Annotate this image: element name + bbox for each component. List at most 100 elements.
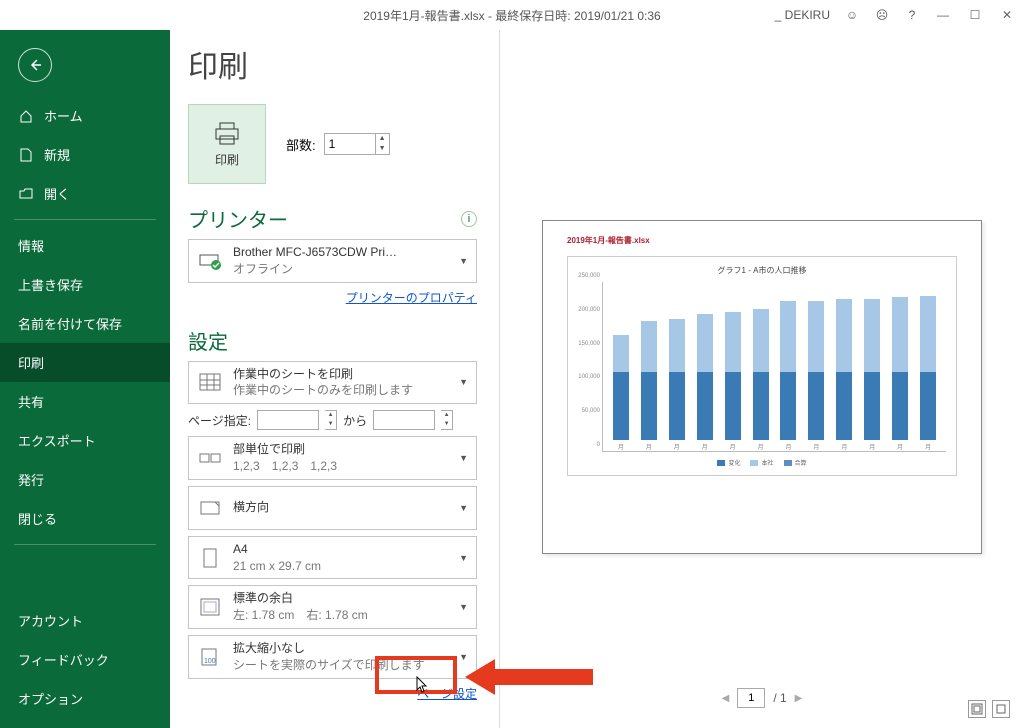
printer-properties-link[interactable]: プリンターのプロパティ: [188, 289, 477, 306]
next-page-button[interactable]: ▶: [795, 693, 803, 704]
nav-label: フィードバック: [18, 650, 109, 669]
nav-publish[interactable]: 発行: [0, 460, 170, 499]
orientation-title: 横方向: [233, 499, 449, 516]
help-icon[interactable]: ?: [904, 7, 920, 23]
page-number-input[interactable]: [737, 688, 765, 708]
collate-icon: [197, 445, 223, 471]
home-icon: [18, 108, 34, 124]
page-setup-link[interactable]: ページ設定: [188, 685, 477, 702]
nav-label: 情報: [18, 236, 44, 255]
collate-title: 部単位で印刷: [233, 441, 449, 458]
chevron-down-icon: ▼: [459, 553, 468, 563]
page-total: / 1: [773, 691, 786, 705]
pages-to-stepper[interactable]: ▲▼: [441, 410, 453, 430]
nav-label: 上書き保存: [18, 275, 83, 294]
show-margins-button[interactable]: [968, 700, 986, 718]
title-filename: 2019年1月-報告書.xlsx - 最終保存日時: 2019/01/21 0:…: [363, 7, 660, 24]
preview-doc-title: 2019年1月-報告書.xlsx: [567, 235, 957, 246]
nav-info[interactable]: 情報: [0, 226, 170, 265]
smile-icon[interactable]: ☺: [844, 7, 860, 23]
chevron-down-icon: ▼: [459, 503, 468, 513]
pages-to-label: から: [343, 412, 367, 429]
nav-label: 新規: [44, 145, 70, 164]
settings-heading: 設定: [188, 326, 228, 355]
paper-title: A4: [233, 541, 449, 558]
scale-select[interactable]: 100 拡大縮小なしシートを実際のサイズで印刷します ▼: [188, 635, 477, 679]
nav-feedback[interactable]: フィードバック: [0, 640, 170, 679]
collate-sub: 1,2,3 1,2,3 1,2,3: [233, 458, 449, 475]
nav-save[interactable]: 上書き保存: [0, 265, 170, 304]
margin-select[interactable]: 標準の余白左: 1.78 cm 右: 1.78 cm ▼: [188, 585, 477, 629]
page-heading: 印刷: [188, 42, 477, 86]
nav-label: 開く: [44, 184, 70, 203]
cursor-icon: [413, 676, 429, 696]
copies-stepper[interactable]: ▲▼: [376, 133, 390, 155]
scale-icon: 100: [197, 644, 223, 670]
nav-close[interactable]: 閉じる: [0, 499, 170, 538]
orientation-select[interactable]: 横方向 ▼: [188, 486, 477, 530]
landscape-icon: [197, 495, 223, 521]
sheets-icon: [197, 369, 223, 395]
copies-input[interactable]: [324, 133, 376, 155]
chevron-down-icon: ▼: [459, 256, 468, 266]
nav-label: ホーム: [44, 106, 83, 125]
nav-open[interactable]: 開く: [0, 174, 170, 213]
margin-icon: [197, 594, 223, 620]
nav-label: 閉じる: [18, 509, 57, 528]
pages-from-stepper[interactable]: ▲▼: [325, 410, 337, 430]
print-button[interactable]: 印刷: [188, 104, 266, 184]
nav-share[interactable]: 共有: [0, 382, 170, 421]
nav-account[interactable]: アカウント: [0, 601, 170, 640]
nav-label: 発行: [18, 470, 44, 489]
nav-export[interactable]: エクスポート: [0, 421, 170, 460]
back-button[interactable]: [18, 48, 52, 82]
scale-title: 拡大縮小なし: [233, 640, 449, 657]
copies-label: 部数:: [286, 135, 316, 154]
nav-saveas[interactable]: 名前を付けて保存: [0, 304, 170, 343]
nav-home[interactable]: ホーム: [0, 96, 170, 135]
zoom-to-page-button[interactable]: [992, 700, 1010, 718]
printer-heading: プリンター: [188, 204, 288, 233]
nav-label: エクスポート: [18, 431, 96, 450]
svg-text:100: 100: [204, 658, 216, 665]
scale-sub: シートを実際のサイズで印刷します: [233, 657, 449, 674]
folder-open-icon: [18, 186, 34, 202]
nav-print[interactable]: 印刷: [0, 343, 170, 382]
collate-select[interactable]: 部単位で印刷1,2,3 1,2,3 1,2,3 ▼: [188, 436, 477, 480]
frown-icon[interactable]: ☹: [874, 7, 890, 23]
paper-select[interactable]: A421 cm x 29.7 cm ▼: [188, 536, 477, 580]
prev-page-button[interactable]: ◀: [722, 693, 730, 704]
printer-icon: [212, 121, 242, 147]
print-what-select[interactable]: 作業中のシートを印刷作業中のシートのみを印刷します ▼: [188, 361, 477, 405]
paper-sub: 21 cm x 29.7 cm: [233, 558, 449, 575]
printer-select[interactable]: Brother MFC-J6573CDW Pri…オフライン ▼: [188, 239, 477, 283]
nav-label: アカウント: [18, 611, 83, 630]
arrow-left-icon: [27, 57, 43, 73]
nav-options[interactable]: オプション: [0, 679, 170, 718]
chart-title: グラフ1 - A市の人口推移: [578, 265, 946, 276]
nav-label: 共有: [18, 392, 44, 411]
printer-status: オフライン: [233, 261, 449, 278]
margin-sub: 左: 1.78 cm 右: 1.78 cm: [233, 607, 449, 624]
print-preview-page: 2019年1月-報告書.xlsx グラフ1 - A市の人口推移 050,0001…: [542, 220, 982, 554]
print-what-title: 作業中のシートを印刷: [233, 366, 449, 383]
nav-label: 名前を付けて保存: [18, 314, 122, 333]
nav-label: オプション: [18, 689, 83, 708]
title-user: _ DEKIRU: [775, 8, 830, 22]
chevron-down-icon: ▼: [459, 377, 468, 387]
minimize-button[interactable]: —: [934, 8, 952, 22]
margin-title: 標準の余白: [233, 590, 449, 607]
close-button[interactable]: ✕: [998, 8, 1016, 22]
chevron-down-icon: ▼: [459, 453, 468, 463]
info-icon[interactable]: i: [461, 211, 477, 227]
printer-name: Brother MFC-J6573CDW Pri…: [233, 244, 449, 261]
pages-from-input[interactable]: [257, 410, 319, 430]
maximize-button[interactable]: ☐: [966, 8, 984, 22]
print-what-sub: 作業中のシートのみを印刷します: [233, 382, 449, 399]
chevron-down-icon: ▼: [459, 602, 468, 612]
pages-label: ページ指定:: [188, 412, 251, 429]
pages-to-input[interactable]: [373, 410, 435, 430]
print-button-label: 印刷: [215, 151, 239, 168]
nav-new[interactable]: 新規: [0, 135, 170, 174]
preview-chart: グラフ1 - A市の人口推移 050,000100,000150,000200,…: [567, 256, 957, 476]
